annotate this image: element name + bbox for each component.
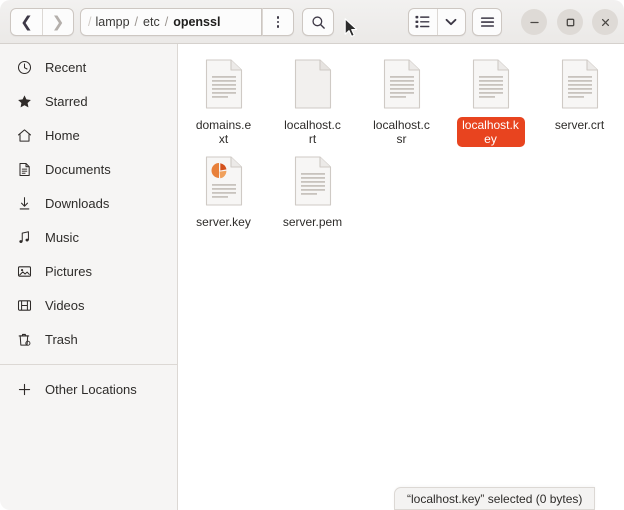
blank-document-icon bbox=[289, 56, 337, 112]
search-button[interactable] bbox=[302, 8, 334, 36]
sidebar-item-label: Home bbox=[45, 127, 80, 143]
sidebar-item-label: Other Locations bbox=[45, 381, 137, 397]
minimize-button[interactable] bbox=[521, 9, 547, 35]
sidebar-item-other-locations[interactable]: Other Locations bbox=[0, 372, 177, 406]
sidebar-item-label: Trash bbox=[45, 331, 78, 347]
sidebar-item-trash[interactable]: Trash bbox=[0, 322, 177, 356]
breadcrumb[interactable]: / lampp / etc / openssl bbox=[80, 8, 262, 36]
file-item[interactable]: server.crt bbox=[535, 50, 624, 147]
sidebar-item-pictures[interactable]: Pictures bbox=[0, 254, 177, 288]
text-document-icon bbox=[200, 56, 248, 112]
document-icon bbox=[14, 162, 34, 177]
sidebar-item-starred[interactable]: Starred bbox=[0, 84, 177, 118]
file-item[interactable]: domains.ext bbox=[179, 50, 268, 147]
video-icon bbox=[14, 298, 34, 313]
sidebar-item-home[interactable]: Home bbox=[0, 118, 177, 152]
sidebar: Recent Starred Home Documents Downloads … bbox=[0, 44, 178, 510]
close-button[interactable] bbox=[592, 9, 618, 35]
presentation-document-icon bbox=[200, 153, 248, 209]
status-bar: “localhost.key” selected (0 bytes) bbox=[394, 487, 596, 510]
breadcrumb-item-openssl[interactable]: openssl bbox=[170, 15, 223, 29]
home-icon bbox=[14, 128, 34, 143]
trash-icon bbox=[14, 332, 34, 347]
breadcrumb-separator: / bbox=[134, 15, 139, 29]
sidebar-item-label: Pictures bbox=[45, 263, 92, 279]
maximize-icon bbox=[566, 18, 574, 26]
sidebar-item-music[interactable]: Music bbox=[0, 220, 177, 254]
header-bar: ❮ ❯ / lampp / etc / openssl bbox=[0, 0, 624, 44]
search-icon bbox=[311, 15, 325, 29]
kebab-menu-icon bbox=[276, 16, 280, 28]
picture-icon bbox=[14, 264, 34, 279]
sidebar-item-label: Videos bbox=[45, 297, 85, 313]
file-name-label: server.pem bbox=[282, 215, 343, 229]
status-text: “localhost.key” selected (0 bytes) bbox=[407, 491, 583, 506]
list-view-icon bbox=[415, 15, 430, 28]
sidebar-item-label: Starred bbox=[45, 93, 88, 109]
file-list-area[interactable]: domains.ext localhost.crt localhost.csr … bbox=[179, 44, 624, 510]
text-document-icon bbox=[467, 56, 515, 112]
sidebar-item-documents[interactable]: Documents bbox=[0, 152, 177, 186]
file-name-label: server.key bbox=[196, 215, 251, 229]
sidebar-item-recent[interactable]: Recent bbox=[0, 50, 177, 84]
sidebar-item-label: Downloads bbox=[45, 195, 110, 211]
file-item[interactable]: localhost.crt bbox=[268, 50, 357, 147]
file-name-label: domains.ext bbox=[195, 118, 252, 146]
list-view-button[interactable] bbox=[409, 9, 437, 35]
sidebar-item-label: Music bbox=[45, 229, 79, 245]
file-name-label: localhost.crt bbox=[284, 118, 341, 146]
forward-button[interactable]: ❯ bbox=[41, 9, 73, 35]
sidebar-separator bbox=[0, 364, 177, 365]
file-name-label: localhost.key bbox=[456, 117, 525, 147]
breadcrumb-item-lampp[interactable]: lampp bbox=[92, 15, 132, 29]
file-name-label: server.crt bbox=[554, 118, 605, 132]
file-manager-window: ❮ ❯ / lampp / etc / openssl Recent Starr… bbox=[0, 0, 624, 510]
view-dropdown-button[interactable] bbox=[436, 9, 466, 35]
hamburger-menu-icon bbox=[480, 17, 494, 27]
star-icon bbox=[14, 94, 34, 109]
file-item[interactable]: server.key bbox=[179, 147, 268, 230]
sidebar-item-label: Recent bbox=[45, 59, 87, 75]
plus-icon bbox=[14, 382, 34, 397]
breadcrumb-separator: / bbox=[164, 15, 169, 29]
breadcrumb-item-etc[interactable]: etc bbox=[140, 15, 163, 29]
main-menu-button[interactable] bbox=[472, 8, 502, 36]
sidebar-item-downloads[interactable]: Downloads bbox=[0, 186, 177, 220]
path-menu-button[interactable] bbox=[262, 8, 294, 36]
close-icon bbox=[601, 18, 609, 26]
file-item[interactable]: localhost.csr bbox=[357, 50, 446, 147]
file-name-label: localhost.csr bbox=[373, 118, 430, 146]
navigation-buttons: ❮ ❯ bbox=[10, 8, 74, 36]
chevron-right-icon: ❯ bbox=[51, 12, 65, 31]
sidebar-item-label: Documents bbox=[45, 161, 111, 177]
text-document-icon bbox=[378, 56, 426, 112]
file-grid: domains.ext localhost.crt localhost.csr … bbox=[179, 50, 624, 230]
chevron-left-icon: ❮ bbox=[20, 12, 33, 31]
clock-icon bbox=[14, 60, 34, 75]
download-icon bbox=[14, 196, 34, 211]
file-item-selected[interactable]: localhost.key bbox=[446, 50, 535, 147]
text-document-icon bbox=[556, 56, 604, 112]
sidebar-item-videos[interactable]: Videos bbox=[0, 288, 177, 322]
file-item[interactable]: server.pem bbox=[268, 147, 357, 230]
text-document-icon bbox=[289, 153, 337, 209]
minimize-icon bbox=[529, 21, 539, 23]
chevron-down-icon bbox=[445, 18, 457, 26]
maximize-button[interactable] bbox=[557, 9, 583, 35]
view-switcher bbox=[408, 8, 466, 36]
music-note-icon bbox=[14, 230, 34, 245]
back-button[interactable]: ❮ bbox=[11, 9, 42, 35]
